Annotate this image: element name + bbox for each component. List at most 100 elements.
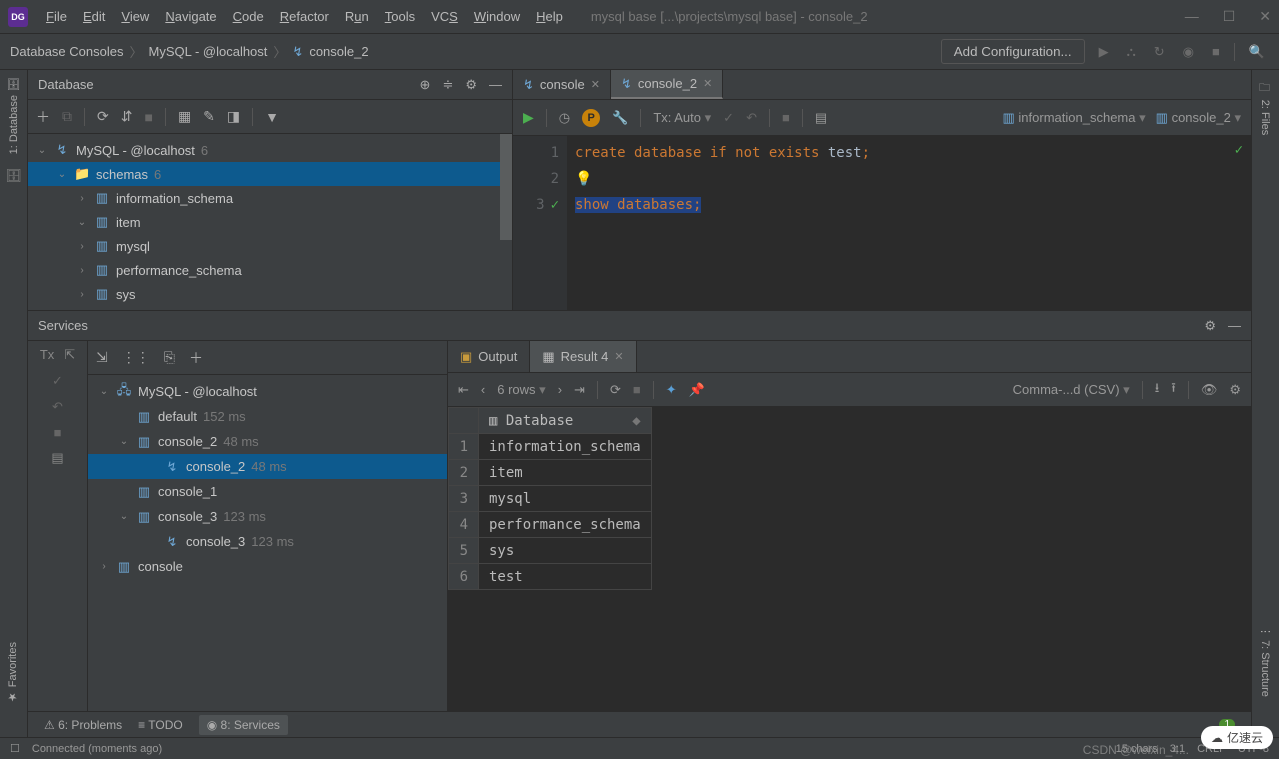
menu-view[interactable]: View — [113, 5, 157, 28]
status-icon[interactable]: ☐ — [10, 742, 20, 755]
minimize-button[interactable]: — — [1185, 8, 1199, 25]
stop-icon[interactable]: ■ — [1208, 42, 1224, 61]
gear-icon[interactable]: ⚙ — [465, 77, 477, 93]
close-icon[interactable]: ✕ — [703, 77, 712, 90]
close-icon[interactable]: ✕ — [614, 350, 623, 363]
compare-icon[interactable]: ✦ — [666, 382, 677, 398]
table-icon[interactable]: ▦ — [178, 108, 191, 125]
schema-dropdown[interactable]: ▥ information_schema ▾ — [1003, 110, 1146, 126]
editor-body[interactable]: 1 2 3✓ create database if not exists tes… — [513, 136, 1251, 310]
history-icon[interactable]: ◷ — [559, 110, 570, 126]
chevron-right-icon[interactable]: › — [76, 241, 88, 252]
tx-mode-dropdown[interactable]: Tx: Auto ▾ — [653, 110, 711, 126]
breadcrumb-c[interactable]: console_2 — [309, 44, 368, 59]
profile-icon[interactable]: ◉ — [1179, 42, 1198, 62]
schemas-node[interactable]: ⌄ 📁 schemas 6 — [28, 162, 512, 186]
hide-icon[interactable]: — — [1228, 318, 1241, 334]
stop-icon[interactable]: ■ — [144, 109, 152, 125]
refresh-icon[interactable]: ⟳ — [97, 108, 109, 125]
chevron-right-icon[interactable]: › — [76, 289, 88, 300]
services-tree-row[interactable]: ▥ default 152 ms — [88, 404, 447, 429]
menu-tools[interactable]: Tools — [377, 5, 423, 28]
add-configuration-button[interactable]: Add Configuration... — [941, 39, 1085, 64]
wrench-icon[interactable]: 🔧 — [612, 110, 628, 126]
services-tree-row[interactable]: ⌄ ▥ console_2 48 ms — [88, 429, 447, 454]
editor-tab-console2[interactable]: ↯ console_2 ✕ — [611, 70, 723, 99]
menu-code[interactable]: Code — [225, 5, 272, 28]
services-tree[interactable]: ⌄ 🖧 MySQL - @localhost ▥ default 152 ms⌄… — [88, 375, 447, 737]
cell[interactable]: information_schema — [479, 434, 652, 460]
cell[interactable]: performance_schema — [479, 512, 652, 538]
export-format-dropdown[interactable]: Comma-...d (CSV) ▾ — [1013, 382, 1130, 398]
stop-icon[interactable]: ■ — [782, 110, 790, 125]
collapse-icon[interactable]: ⇲ — [96, 349, 108, 366]
settings-icon[interactable]: ⚙ — [1229, 382, 1241, 398]
gear-icon[interactable]: ⚙ — [1204, 318, 1216, 334]
tool-favorites[interactable]: ★ Favorites — [6, 642, 19, 703]
bulb-icon[interactable]: 💡 — [575, 171, 592, 187]
debug-icon[interactable]: ⛬ — [1123, 42, 1140, 62]
commit-icon[interactable]: ✓ — [723, 110, 734, 126]
rollback-icon[interactable]: ↶ — [52, 399, 63, 415]
datasource-node[interactable]: ⌄ ↯ MySQL - @localhost 6 — [28, 138, 512, 162]
services-tree-row[interactable]: ⌄ 🖧 MySQL - @localhost — [88, 379, 447, 404]
breadcrumb-a[interactable]: Database Consoles — [10, 44, 123, 59]
breadcrumb-b[interactable]: MySQL - @localhost — [148, 44, 267, 59]
first-page-icon[interactable]: ⇤ — [458, 382, 469, 398]
tab-problems[interactable]: ⚠ 6: Problems — [44, 718, 122, 732]
console-dropdown[interactable]: ▥ console_2 ▾ — [1156, 110, 1241, 126]
run-icon[interactable]: ▶ — [1095, 42, 1113, 62]
tool-database[interactable]: 1: Database 🗄 — [7, 78, 20, 154]
next-page-icon[interactable]: › — [558, 382, 562, 397]
code-area[interactable]: create database if not exists test; 💡 sh… — [567, 136, 1251, 310]
tree-expander[interactable]: ⌄ — [98, 386, 110, 397]
explain-icon[interactable]: ▤ — [815, 110, 827, 126]
schema-node[interactable]: ›▥mysql — [28, 234, 512, 258]
console-icon[interactable]: ◨ — [227, 108, 240, 125]
inspection-ok-icon[interactable]: ✓ — [1235, 142, 1243, 158]
tab-todo[interactable]: ≡ TODO — [138, 718, 183, 732]
menu-refactor[interactable]: Refactor — [272, 5, 337, 28]
cell[interactable]: sys — [479, 538, 652, 564]
results-grid[interactable]: ▥ Database◆ 1information_schema2item3mys… — [448, 407, 1251, 737]
sync-icon[interactable]: ⇵ — [121, 108, 133, 125]
schema-node[interactable]: ⌄▥item — [28, 210, 512, 234]
pending-icon[interactable]: P — [582, 109, 600, 127]
maximize-button[interactable]: ☐ — [1223, 8, 1236, 25]
menu-file[interactable]: File — [38, 5, 75, 28]
coverage-icon[interactable]: ↻ — [1150, 42, 1169, 62]
stop-icon[interactable]: ■ — [54, 425, 62, 440]
filter-icon[interactable]: ▼ — [265, 109, 279, 125]
add-icon[interactable]: ＋ — [36, 107, 50, 127]
tree-expander[interactable]: ⌄ — [118, 436, 130, 447]
tree-expander[interactable]: ⌄ — [118, 511, 130, 522]
tx-icon[interactable]: Tx — [40, 347, 54, 363]
services-tree-row[interactable]: ↯ console_3 123 ms — [88, 529, 447, 554]
upload-icon[interactable]: ⭱ — [1171, 379, 1176, 401]
close-icon[interactable]: ✕ — [591, 78, 600, 91]
last-page-icon[interactable]: ⇥ — [574, 382, 585, 398]
close-button[interactable]: ✕ — [1259, 8, 1271, 25]
tree-expander[interactable]: › — [98, 561, 110, 572]
hide-icon[interactable]: — — [489, 77, 502, 93]
cell[interactable]: item — [479, 460, 652, 486]
tab-output[interactable]: ▣Output — [448, 341, 530, 372]
rows-count[interactable]: 6 rows ▾ — [497, 382, 545, 398]
view-icon[interactable]: 👁 — [1201, 382, 1218, 398]
download-icon[interactable]: ⭳ — [1155, 379, 1160, 401]
database-tree[interactable]: ⌄ ↯ MySQL - @localhost 6 ⌄ 📁 schemas 6 ›… — [28, 134, 512, 310]
commit-icon[interactable]: ✓ — [52, 373, 63, 389]
services-tree-row[interactable]: › ▥ console — [88, 554, 447, 579]
search-icon[interactable]: 🔍 — [1245, 42, 1269, 62]
menu-run[interactable]: Run — [337, 5, 377, 28]
scrollbar[interactable] — [500, 134, 512, 240]
chevron-down-icon[interactable]: ⌄ — [56, 169, 68, 180]
chevron-down-icon[interactable]: ⌄ — [76, 217, 88, 228]
menu-navigate[interactable]: Navigate — [157, 5, 224, 28]
expand-icon[interactable]: ⇱ — [64, 347, 75, 363]
collapse-icon[interactable]: ≑ — [442, 77, 453, 93]
schema-node[interactable]: ›▥performance_schema — [28, 258, 512, 282]
prev-page-icon[interactable]: ‹ — [481, 382, 485, 397]
tab-services[interactable]: ◉ 8: Services — [199, 715, 288, 735]
services-tree-row[interactable]: ↯ console_2 48 ms — [88, 454, 447, 479]
